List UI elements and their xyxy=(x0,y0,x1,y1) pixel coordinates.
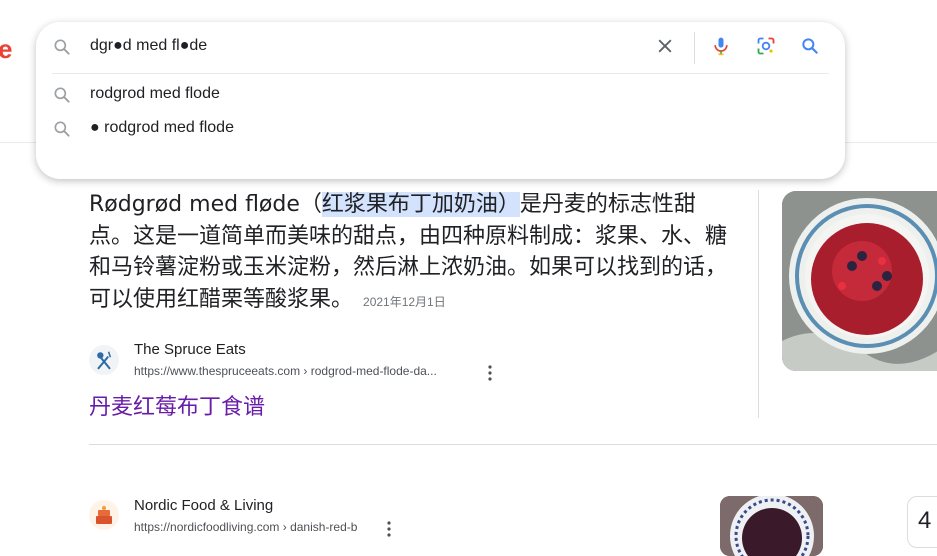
result-title-link[interactable]: 丹麦红莓布丁食谱 xyxy=(89,389,265,421)
suggestion-label: rodgrod med flode xyxy=(90,85,220,102)
clear-icon[interactable] xyxy=(655,36,675,56)
suggestion-item[interactable]: rodgrod med flode xyxy=(36,78,845,112)
search-box[interactable]: dgr●d med fl●de rodgrod med flode ● rodg… xyxy=(36,22,845,179)
snippet-date: 2021年12月1日 xyxy=(363,294,446,309)
result-url[interactable]: https://nordicfoodliving.com › danish-re… xyxy=(134,520,357,534)
snippet-highlight: 红浆果布丁加奶油） xyxy=(321,192,520,217)
partial-card-text: 4 xyxy=(918,507,932,534)
microphone-icon[interactable] xyxy=(711,36,731,56)
result-url[interactable]: https://www.thespruceeats.com › rodgrod-… xyxy=(134,364,437,378)
search-divider xyxy=(694,32,695,64)
search-icon xyxy=(52,119,72,139)
partial-card[interactable]: 4 xyxy=(907,496,937,548)
search-icon xyxy=(52,37,72,57)
result-site-name[interactable]: The Spruce Eats xyxy=(134,341,246,358)
suggestion-label: ● rodgrod med flode xyxy=(90,119,234,136)
search-submit-icon[interactable] xyxy=(800,36,820,56)
google-logo-fragment[interactable]: e xyxy=(0,34,12,65)
result-thumbnail[interactable] xyxy=(720,496,823,556)
lens-camera-icon[interactable] xyxy=(756,36,776,56)
more-options-icon[interactable] xyxy=(386,520,392,538)
snippet-vertical-divider xyxy=(758,190,759,418)
snippet-text: Rødgrød med fløde（ xyxy=(89,192,322,217)
search-input[interactable]: dgr●d med fl●de xyxy=(90,37,207,55)
snippet-image[interactable] xyxy=(782,191,937,371)
result-site-name[interactable]: Nordic Food & Living xyxy=(134,497,273,514)
result-divider xyxy=(89,444,937,445)
search-icon xyxy=(52,85,72,105)
suggestions-divider xyxy=(52,73,829,74)
more-options-icon[interactable] xyxy=(487,364,493,382)
suggestion-item[interactable]: ● rodgrod med flode xyxy=(36,112,845,146)
featured-snippet: Rødgrød med fløde（红浆果布丁加奶油）是丹麦的标志性甜点。这是一… xyxy=(89,189,739,318)
nordic-food-favicon[interactable] xyxy=(89,500,119,530)
spruce-eats-favicon[interactable] xyxy=(89,345,119,375)
